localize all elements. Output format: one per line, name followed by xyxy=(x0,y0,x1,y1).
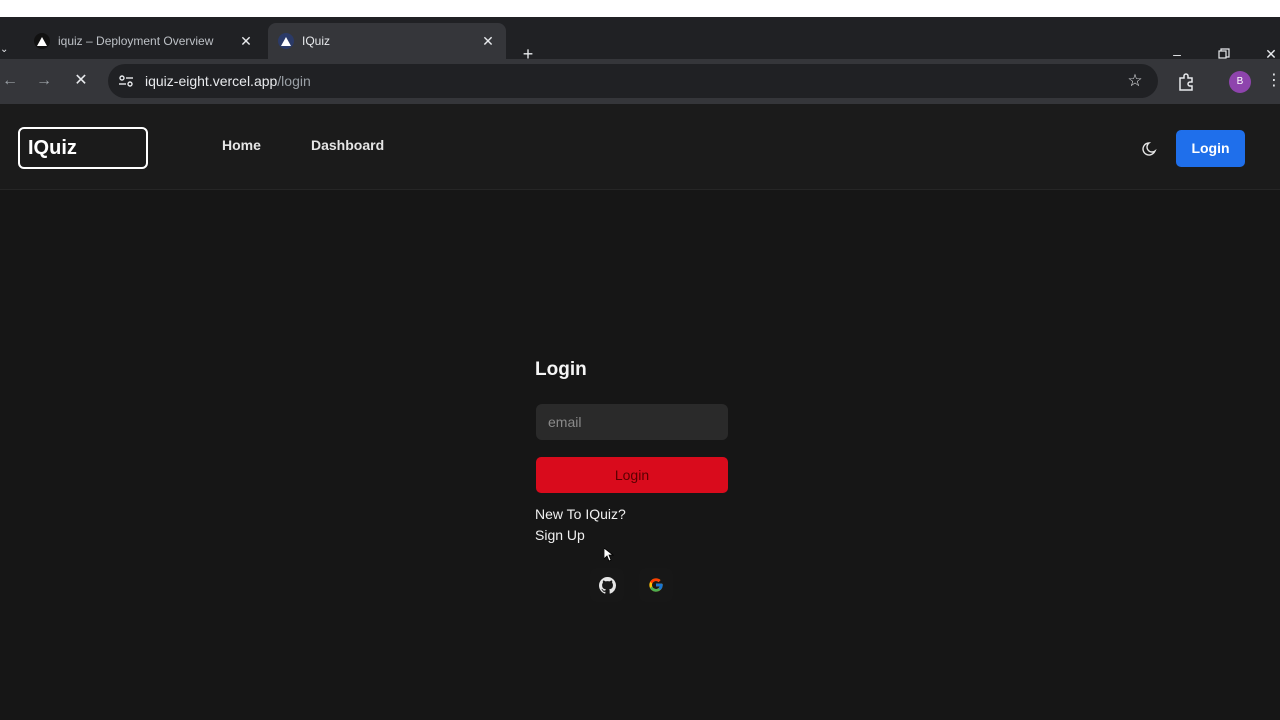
signup-link[interactable]: Sign Up xyxy=(535,527,585,543)
site-info-icon[interactable] xyxy=(118,73,134,89)
theme-toggle-button[interactable] xyxy=(1133,131,1167,167)
close-tab-icon[interactable]: ✕ xyxy=(238,33,254,49)
stop-loading-icon[interactable]: ✕ xyxy=(71,71,91,91)
url-path: /login xyxy=(277,73,311,89)
url-host: iquiz-eight.vercel.app xyxy=(145,73,278,89)
extensions-puzzle-icon[interactable] xyxy=(1176,72,1196,92)
close-tab-icon[interactable]: ✕ xyxy=(480,33,496,49)
tab-title: IQuiz xyxy=(302,34,331,48)
app-page: IQuiz Home Dashboard Login Login Login N… xyxy=(0,104,1280,720)
login-submit-button[interactable]: Login xyxy=(536,457,728,493)
vercel-triangle-icon xyxy=(278,33,294,49)
nav-link-dashboard[interactable]: Dashboard xyxy=(311,137,384,153)
browser-tab-bar: ⌄ iquiz – Deployment Overview ✕ IQuiz ✕ … xyxy=(0,17,1280,64)
screen-top-strip xyxy=(0,0,1280,17)
browser-tab-deployment[interactable]: iquiz – Deployment Overview ✕ xyxy=(24,23,264,59)
vercel-triangle-icon xyxy=(34,33,50,49)
forward-arrow-icon[interactable]: → xyxy=(34,71,54,91)
login-card: Login Login New To IQuiz? Sign Up xyxy=(535,356,735,602)
email-input[interactable] xyxy=(536,404,728,440)
google-login-button[interactable] xyxy=(639,568,673,602)
address-bar[interactable]: iquiz-eight.vercel.app/login ☆ xyxy=(108,64,1158,98)
profile-avatar[interactable]: B xyxy=(1229,71,1251,93)
google-icon xyxy=(649,578,663,592)
header-login-button[interactable]: Login xyxy=(1176,130,1245,167)
bookmark-star-icon[interactable]: ☆ xyxy=(1126,72,1144,90)
github-login-button[interactable] xyxy=(590,568,624,602)
iquiz-logo[interactable]: IQuiz xyxy=(18,127,148,169)
new-user-prompt: New To IQuiz? xyxy=(535,506,626,522)
back-arrow-icon[interactable]: ← xyxy=(0,71,20,91)
moon-icon xyxy=(1142,142,1157,156)
browser-menu-icon[interactable]: ⋮ xyxy=(1266,71,1280,91)
browser-tab-iquiz[interactable]: IQuiz ✕ xyxy=(268,23,506,59)
github-icon xyxy=(598,576,616,594)
app-header: IQuiz Home Dashboard Login xyxy=(0,104,1280,190)
nav-link-home[interactable]: Home xyxy=(222,137,261,153)
browser-toolbar: ← → ✕ iquiz-eight.vercel.app/login ☆ B ⋮ xyxy=(0,59,1280,104)
login-title: Login xyxy=(535,359,587,380)
mouse-cursor-icon xyxy=(604,548,614,562)
tab-title: iquiz – Deployment Overview xyxy=(58,34,214,48)
